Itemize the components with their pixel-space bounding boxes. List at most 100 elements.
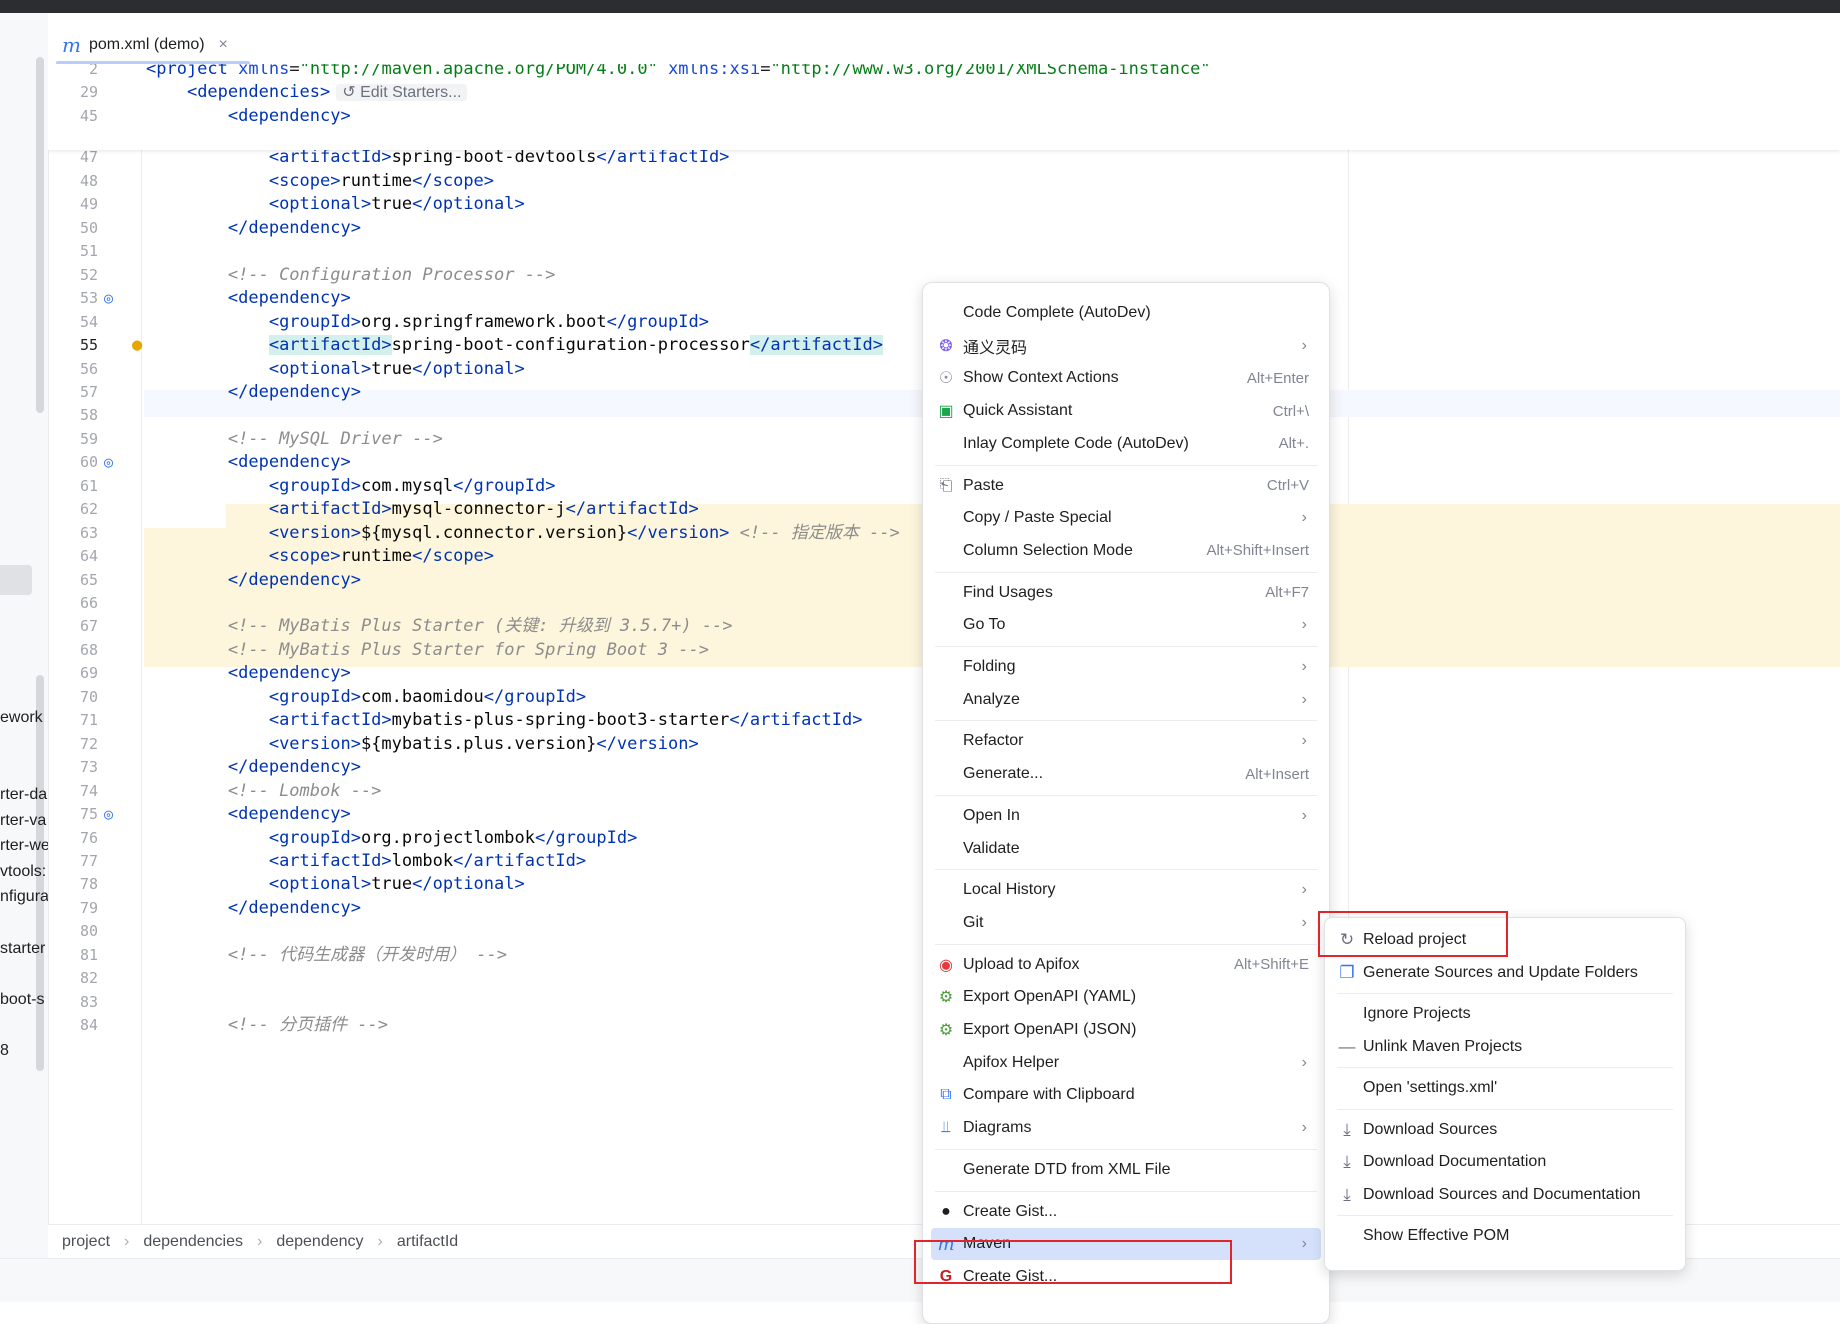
menu-item-open-in[interactable]: Open In › <box>931 800 1321 832</box>
menu-item-local-history[interactable]: Local History › <box>931 874 1321 906</box>
code-line[interactable]: 51 <box>48 239 1840 263</box>
code-text[interactable]: <scope>runtime</scope> <box>146 169 494 193</box>
code-text[interactable]: <dependency> <box>146 661 351 685</box>
menu-item-export-openapi-yaml[interactable]: ⚙ Export OpenAPI (YAML) <box>931 981 1321 1013</box>
code-text[interactable]: <dependency> <box>146 450 351 474</box>
project-tree-item[interactable]: vtools: <box>0 863 46 881</box>
sticky-code-line[interactable]: 29 <dependencies> ↺ Edit Starters... <box>48 80 1840 104</box>
intention-bulb-icon[interactable]: ● <box>132 333 142 357</box>
menu-item-go-to[interactable]: Go To › <box>931 609 1321 641</box>
breadcrumb-item[interactable]: dependencies <box>143 1233 243 1251</box>
maven-menu-item-open-settings-xml[interactable]: Open 'settings.xml' <box>1333 1072 1677 1104</box>
menu-separator <box>935 869 1317 871</box>
menu-item-compare-with-clipboard[interactable]: ⧉ Compare with Clipboard <box>931 1079 1321 1111</box>
project-tree-item[interactable]: rter-da <box>0 786 47 804</box>
code-text[interactable]: <!-- Lombok --> <box>146 779 382 803</box>
menu-item-通义灵码[interactable]: ❂ 通义灵码 › <box>931 330 1321 362</box>
code-text[interactable]: <artifactId>lombok</artifactId> <box>146 849 586 873</box>
maven-dependency-gutter-icon[interactable]: ◎ <box>104 286 113 310</box>
code-line[interactable]: 48 <scope>runtime</scope> <box>48 169 1840 193</box>
code-text[interactable]: <artifactId>mysql-connector-j</artifactI… <box>146 497 699 521</box>
code-text[interactable]: <groupId>com.mysql</groupId> <box>146 474 556 498</box>
code-text[interactable]: <dependency> <box>146 286 351 310</box>
code-text[interactable]: <dependency> <box>146 104 351 128</box>
menu-item-label: Show Effective POM <box>1363 1227 1510 1244</box>
menu-item-find-usages[interactable]: Find Usages Alt+F7 <box>931 577 1321 609</box>
code-text[interactable]: <dependency> <box>146 802 351 826</box>
code-text[interactable]: <groupId>com.baomidou</groupId> <box>146 685 586 709</box>
menu-item-create-gist[interactable]: ● Create Gist... <box>931 1196 1321 1228</box>
sticky-code-line[interactable]: 45 <dependency> <box>48 104 1840 128</box>
code-text[interactable]: </dependency> <box>146 896 361 920</box>
maven-menu-item-show-effective-pom[interactable]: Show Effective POM <box>1333 1220 1677 1252</box>
code-text[interactable]: <optional>true</optional> <box>146 357 525 381</box>
code-text[interactable]: <scope>runtime</scope> <box>146 544 494 568</box>
project-tree-item[interactable]: boot-s <box>0 991 44 1009</box>
code-text[interactable]: <!-- MySQL Driver --> <box>146 427 443 451</box>
menu-item-generate[interactable]: Generate... Alt+Insert <box>931 758 1321 790</box>
menu-item-show-context-actions[interactable]: ☉ Show Context Actions Alt+Enter <box>931 362 1321 394</box>
maven-menu-item-unlink-maven-projects[interactable]: — Unlink Maven Projects <box>1333 1031 1677 1063</box>
sticky-lines-header[interactable]: 2 <project xmlns="http://maven.apache.org… <box>48 64 1840 150</box>
menu-item-upload-to-apifox[interactable]: ◉ Upload to Apifox Alt+Shift+E <box>931 949 1321 981</box>
menu-item-diagrams[interactable]: ⫫ Diagrams › <box>931 1112 1321 1144</box>
code-text[interactable]: <project xmlns="http://maven.apache.org/… <box>146 64 1211 81</box>
maven-dependency-gutter-icon[interactable]: ◎ <box>104 802 113 826</box>
project-tree-item[interactable]: ework <box>0 709 43 727</box>
menu-item-generate-dtd-from-xml-file[interactable]: Generate DTD from XML File <box>931 1154 1321 1186</box>
maven-menu-item-ignore-projects[interactable]: Ignore Projects <box>1333 998 1677 1030</box>
menu-item-analyze[interactable]: Analyze › <box>931 684 1321 716</box>
code-text[interactable]: <!-- 分页插件 --> <box>146 1013 388 1037</box>
code-line[interactable]: 49 <optional>true</optional> <box>48 192 1840 216</box>
project-tree-item[interactable]: nfigura <box>0 888 48 906</box>
menu-item-paste[interactable]: ⎗ Paste Ctrl+V <box>931 470 1321 502</box>
maven-menu-item-generate-sources-and-update-folders[interactable]: ❐ Generate Sources and Update Folders <box>1333 957 1677 989</box>
menu-item-code-complete-autodev[interactable]: Code Complete (AutoDev) <box>931 297 1321 329</box>
breadcrumb-item[interactable]: project <box>62 1233 110 1251</box>
menu-item-column-selection-mode[interactable]: Column Selection Mode Alt+Shift+Insert <box>931 535 1321 567</box>
project-tree-item[interactable]: starter <box>0 940 45 958</box>
code-text[interactable]: <artifactId>mybatis-plus-spring-boot3-st… <box>146 708 863 732</box>
project-tree-item[interactable]: 8 <box>0 1042 9 1060</box>
code-line[interactable]: 50 </dependency> <box>48 216 1840 240</box>
maven-menu-item-download-sources[interactable]: ⤓ Download Sources <box>1333 1114 1677 1146</box>
code-text[interactable]: </dependency> <box>146 568 361 592</box>
menu-item-validate[interactable]: Validate <box>931 833 1321 865</box>
menu-item-apifox-helper[interactable]: Apifox Helper › <box>931 1047 1321 1079</box>
menu-item-inlay-complete-code-autodev[interactable]: Inlay Complete Code (AutoDev) Alt+. <box>931 428 1321 460</box>
code-text[interactable]: </dependency> <box>146 216 361 240</box>
menu-item-quick-assistant[interactable]: ▣ Quick Assistant Ctrl+\ <box>931 395 1321 427</box>
breadcrumb-item[interactable]: dependency <box>276 1233 363 1251</box>
code-text[interactable]: <!-- 代码生成器（开发时用） --> <box>146 943 507 967</box>
menu-item-folding[interactable]: Folding › <box>931 651 1321 683</box>
menu-item-copy-paste-special[interactable]: Copy / Paste Special › <box>931 502 1321 534</box>
menu-item-refactor[interactable]: Refactor › <box>931 725 1321 757</box>
code-text[interactable]: </dependency> <box>146 755 361 779</box>
close-icon[interactable]: × <box>219 36 228 54</box>
project-tree-item[interactable]: rter-we <box>0 837 48 855</box>
maven-menu-item-download-documentation[interactable]: ⤓ Download Documentation <box>1333 1146 1677 1178</box>
code-text[interactable]: <!-- MyBatis Plus Starter for Spring Boo… <box>146 638 709 662</box>
code-text[interactable]: <dependencies> ↺ Edit Starters... <box>146 80 468 105</box>
edit-starters-button[interactable]: ↺ Edit Starters... <box>336 84 468 101</box>
project-tree-item[interactable]: rter-va <box>0 812 46 830</box>
sticky-code-line[interactable]: 2 <project xmlns="http://maven.apache.org… <box>48 64 1840 81</box>
code-text[interactable]: <groupId>org.projectlombok</groupId> <box>146 826 637 850</box>
code-text[interactable]: <optional>true</optional> <box>146 192 525 216</box>
code-text[interactable]: <!-- Configuration Processor --> <box>146 263 556 287</box>
project-scrollbar[interactable] <box>36 57 44 413</box>
tab-pom-xml[interactable]: m pom.xml (demo) × <box>62 27 228 63</box>
code-text[interactable]: <version>${mybatis.plus.version}</versio… <box>146 732 699 756</box>
maven-menu-item-download-sources-and-documentation[interactable]: ⤓ Download Sources and Documentation <box>1333 1179 1677 1211</box>
maven-dependency-gutter-icon[interactable]: ◎ <box>104 450 113 474</box>
code-text[interactable]: <groupId>org.springframework.boot</group… <box>146 310 709 334</box>
breadcrumb-item[interactable]: artifactId <box>397 1233 458 1251</box>
code-text[interactable]: <!-- MyBatis Plus Starter (关键: 升级到 3.5.7… <box>146 614 733 638</box>
menu-item-git[interactable]: Git › <box>931 907 1321 939</box>
code-text[interactable]: <optional>true</optional> <box>146 872 525 896</box>
code-text[interactable]: </dependency> <box>146 380 361 404</box>
code-text[interactable]: <version>${mysql.connector.version}</ver… <box>146 521 900 545</box>
menu-item-export-openapi-json[interactable]: ⚙ Export OpenAPI (JSON) <box>931 1014 1321 1046</box>
code-text[interactable]: <artifactId>spring-boot-configuration-pr… <box>146 333 883 357</box>
menu-separator <box>935 571 1317 573</box>
